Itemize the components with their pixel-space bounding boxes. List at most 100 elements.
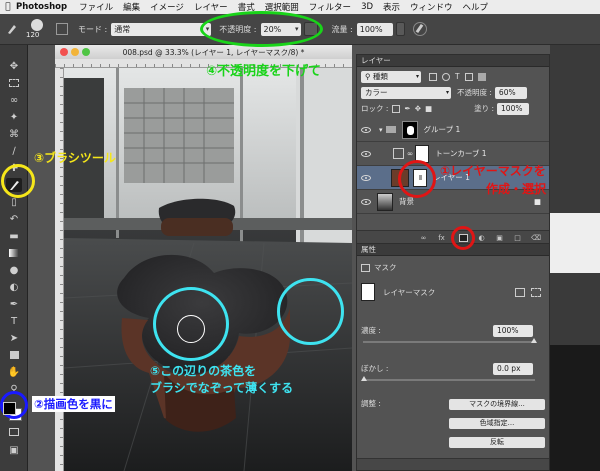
document-title: 008.psd @ 33.3% (レイヤー 1, レイヤーマスク/8) * <box>122 47 305 57</box>
menu-3d[interactable]: 3D <box>361 2 373 12</box>
marquee-tool-icon[interactable] <box>6 76 22 90</box>
fill-label: 塗り : <box>474 104 495 113</box>
chevron-down-icon: ▾ <box>415 72 419 80</box>
close-window-button[interactable] <box>60 48 68 56</box>
filter-smart-icon[interactable] <box>477 72 486 81</box>
hand-tool-icon[interactable]: ✋ <box>6 365 22 379</box>
brush-size-picker[interactable]: 120 <box>22 17 50 41</box>
apple-icon[interactable]:  <box>0 2 16 12</box>
eye-icon[interactable] <box>361 126 371 133</box>
filter-shape-icon[interactable] <box>464 72 473 81</box>
airbrush-icon[interactable] <box>412 22 427 36</box>
layer-style-icon[interactable]: fx <box>437 234 446 242</box>
annotation-ring-opacity <box>200 11 323 47</box>
foreground-color-swatch[interactable] <box>3 402 16 415</box>
layer-filter-select[interactable]: ⚲ 種類 ▾ <box>361 70 421 83</box>
filter-type-icon[interactable]: T <box>455 72 460 81</box>
mask-header-row: マスク <box>361 261 545 274</box>
menu-filter[interactable]: フィルター <box>309 1 351 13</box>
lock-position-icon[interactable]: ✥ <box>415 104 421 113</box>
layer-row-group[interactable]: ▾ グループ 1 <box>357 118 549 142</box>
density-slider-knob[interactable] <box>531 338 537 343</box>
pen-tool-icon[interactable]: ✒ <box>6 297 22 311</box>
new-layer-icon[interactable]: □ <box>513 234 522 242</box>
layer-mask-thumb[interactable] <box>401 120 418 139</box>
minimize-window-button[interactable] <box>71 48 79 56</box>
app-menu[interactable]: Photoshop <box>16 2 67 12</box>
invert-button[interactable]: 反転 <box>449 437 545 448</box>
filter-adjust-icon[interactable] <box>442 72 450 81</box>
layer-name: 背景 <box>399 197 414 206</box>
layer-opacity-field[interactable]: 60% <box>494 86 527 99</box>
lock-transparency-icon[interactable] <box>392 104 401 113</box>
menu-image[interactable]: イメージ <box>150 1 184 13</box>
lock-label: ロック : <box>361 104 389 113</box>
layers-tab[interactable]: レイヤー <box>357 55 549 67</box>
zoom-window-button[interactable] <box>82 48 90 56</box>
link-layers-icon[interactable]: ∞ <box>419 234 428 242</box>
density-field[interactable]: 100% <box>493 324 533 337</box>
lock-all-icon[interactable]: ■ <box>425 104 432 113</box>
annotation-step5-line1: ⑤この辺りの茶色を <box>150 364 257 378</box>
trash-icon[interactable]: ⌫ <box>531 234 541 242</box>
properties-footer <box>357 458 549 470</box>
shape-tool-icon[interactable] <box>6 348 22 362</box>
menu-layer[interactable]: レイヤー <box>194 1 228 13</box>
menu-window[interactable]: ウィンドウ <box>410 1 453 13</box>
screen-mode-icon[interactable]: ▣ <box>6 443 22 457</box>
color-range-button[interactable]: 色域指定... <box>449 418 545 429</box>
brush-panel-icon[interactable] <box>56 23 68 35</box>
crop-tool-icon[interactable]: ⌘ <box>6 127 22 141</box>
path-select-tool-icon[interactable]: ➤ <box>6 331 22 345</box>
mode-select[interactable]: 通常 ▾ <box>111 22 212 36</box>
annotation-step1-line2: 作成・選択 <box>486 182 547 196</box>
move-tool-icon[interactable]: ✥ <box>6 59 22 73</box>
density-slider[interactable] <box>363 338 537 343</box>
mode-value: 通常 <box>114 24 131 34</box>
history-brush-tool-icon[interactable]: ↶ <box>6 212 22 226</box>
lasso-tool-icon[interactable]: ∞ <box>6 93 22 107</box>
eraser-tool-icon[interactable]: ▬ <box>6 229 22 243</box>
eyedropper-tool-icon[interactable]: ∕ <box>6 144 22 158</box>
disclosure-triangle-icon[interactable]: ▾ <box>379 126 383 134</box>
type-tool-icon[interactable]: T <box>6 314 22 328</box>
menu-help[interactable]: ヘルプ <box>463 1 489 13</box>
eye-icon[interactable] <box>361 174 371 181</box>
layer-name: トーンカーブ 1 <box>435 149 487 158</box>
adjust-label: 調整 : <box>361 399 381 408</box>
layers-panel: レイヤー ⚲ 種類 ▾ T カラー ▾ 不透明度 : 60% ロック : ✒ ✥… <box>356 54 550 245</box>
mask-edge-button[interactable]: マスクの境界線... <box>449 399 545 410</box>
adjustment-layer-icon[interactable]: ◐ <box>477 234 486 242</box>
quick-mask-icon[interactable] <box>6 425 22 439</box>
feather-slider[interactable] <box>361 376 535 381</box>
feather-slider-knob[interactable] <box>361 376 367 381</box>
gradient-tool-icon[interactable] <box>6 246 22 260</box>
filter-pixel-icon[interactable] <box>429 72 437 81</box>
lock-pixels-icon[interactable]: ✒ <box>404 104 410 113</box>
quick-select-tool-icon[interactable]: ✦ <box>6 110 22 124</box>
eye-icon[interactable] <box>361 150 371 157</box>
flow-field[interactable]: 100% <box>356 22 393 36</box>
blend-mode-select[interactable]: カラー ▾ <box>361 86 451 99</box>
menu-file[interactable]: ファイル <box>79 1 113 13</box>
layer-blend-row: カラー ▾ 不透明度 : 60% <box>361 86 545 99</box>
mask-preview-thumb <box>361 283 375 301</box>
menu-view[interactable]: 表示 <box>383 1 400 13</box>
layer-opacity-value: 60% <box>498 87 516 97</box>
vector-mask-button[interactable] <box>531 287 541 297</box>
eye-icon[interactable] <box>361 198 371 205</box>
fill-field[interactable]: 100% <box>497 102 530 115</box>
menu-edit[interactable]: 編集 <box>123 1 140 13</box>
properties-panel: 属性 マスク レイヤーマスク 濃度 : 100% ぼかし : 0.0 px 調整… <box>356 243 550 471</box>
new-group-icon[interactable]: ▣ <box>495 234 504 242</box>
flow-dropdown-button[interactable] <box>395 22 405 36</box>
mode-label: モード : <box>78 24 108 34</box>
dodge-tool-icon[interactable]: ◐ <box>6 280 22 294</box>
feather-field[interactable]: 0.0 px <box>493 362 533 375</box>
mask-type-row: レイヤーマスク <box>361 282 545 302</box>
blur-tool-icon[interactable]: ● <box>6 263 22 277</box>
mask-header: マスク <box>374 263 397 272</box>
pixel-mask-button[interactable] <box>515 287 525 297</box>
brush-tool-preset-icon[interactable] <box>6 23 18 35</box>
layer-thumb[interactable] <box>377 192 393 211</box>
